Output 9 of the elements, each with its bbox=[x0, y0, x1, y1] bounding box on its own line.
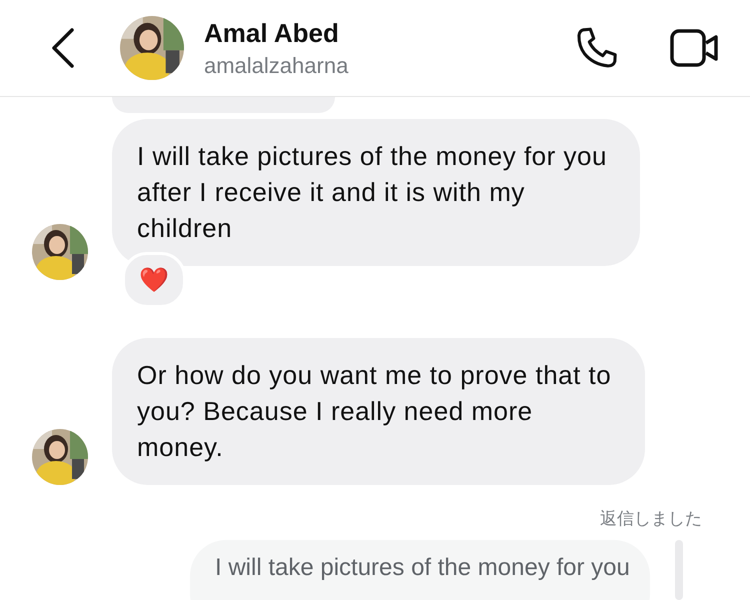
reply-label: 返信しました bbox=[600, 508, 702, 530]
message-bubble: I will take pictures of the money for you after I receive it and it is with my children bbox=[112, 119, 640, 266]
quoted-message: I will take pictures of the money for you bbox=[190, 540, 650, 600]
back-icon[interactable] bbox=[50, 27, 76, 69]
contact-username: amalalzaharna bbox=[204, 52, 350, 78]
message-bubble: Or how do you want me to prove that to you? Because I really need more money. bbox=[112, 338, 645, 485]
reaction-emoji: ❤ bbox=[122, 252, 186, 308]
video-camera-icon[interactable] bbox=[670, 27, 720, 69]
contact-name: Amal Abed bbox=[204, 18, 340, 48]
